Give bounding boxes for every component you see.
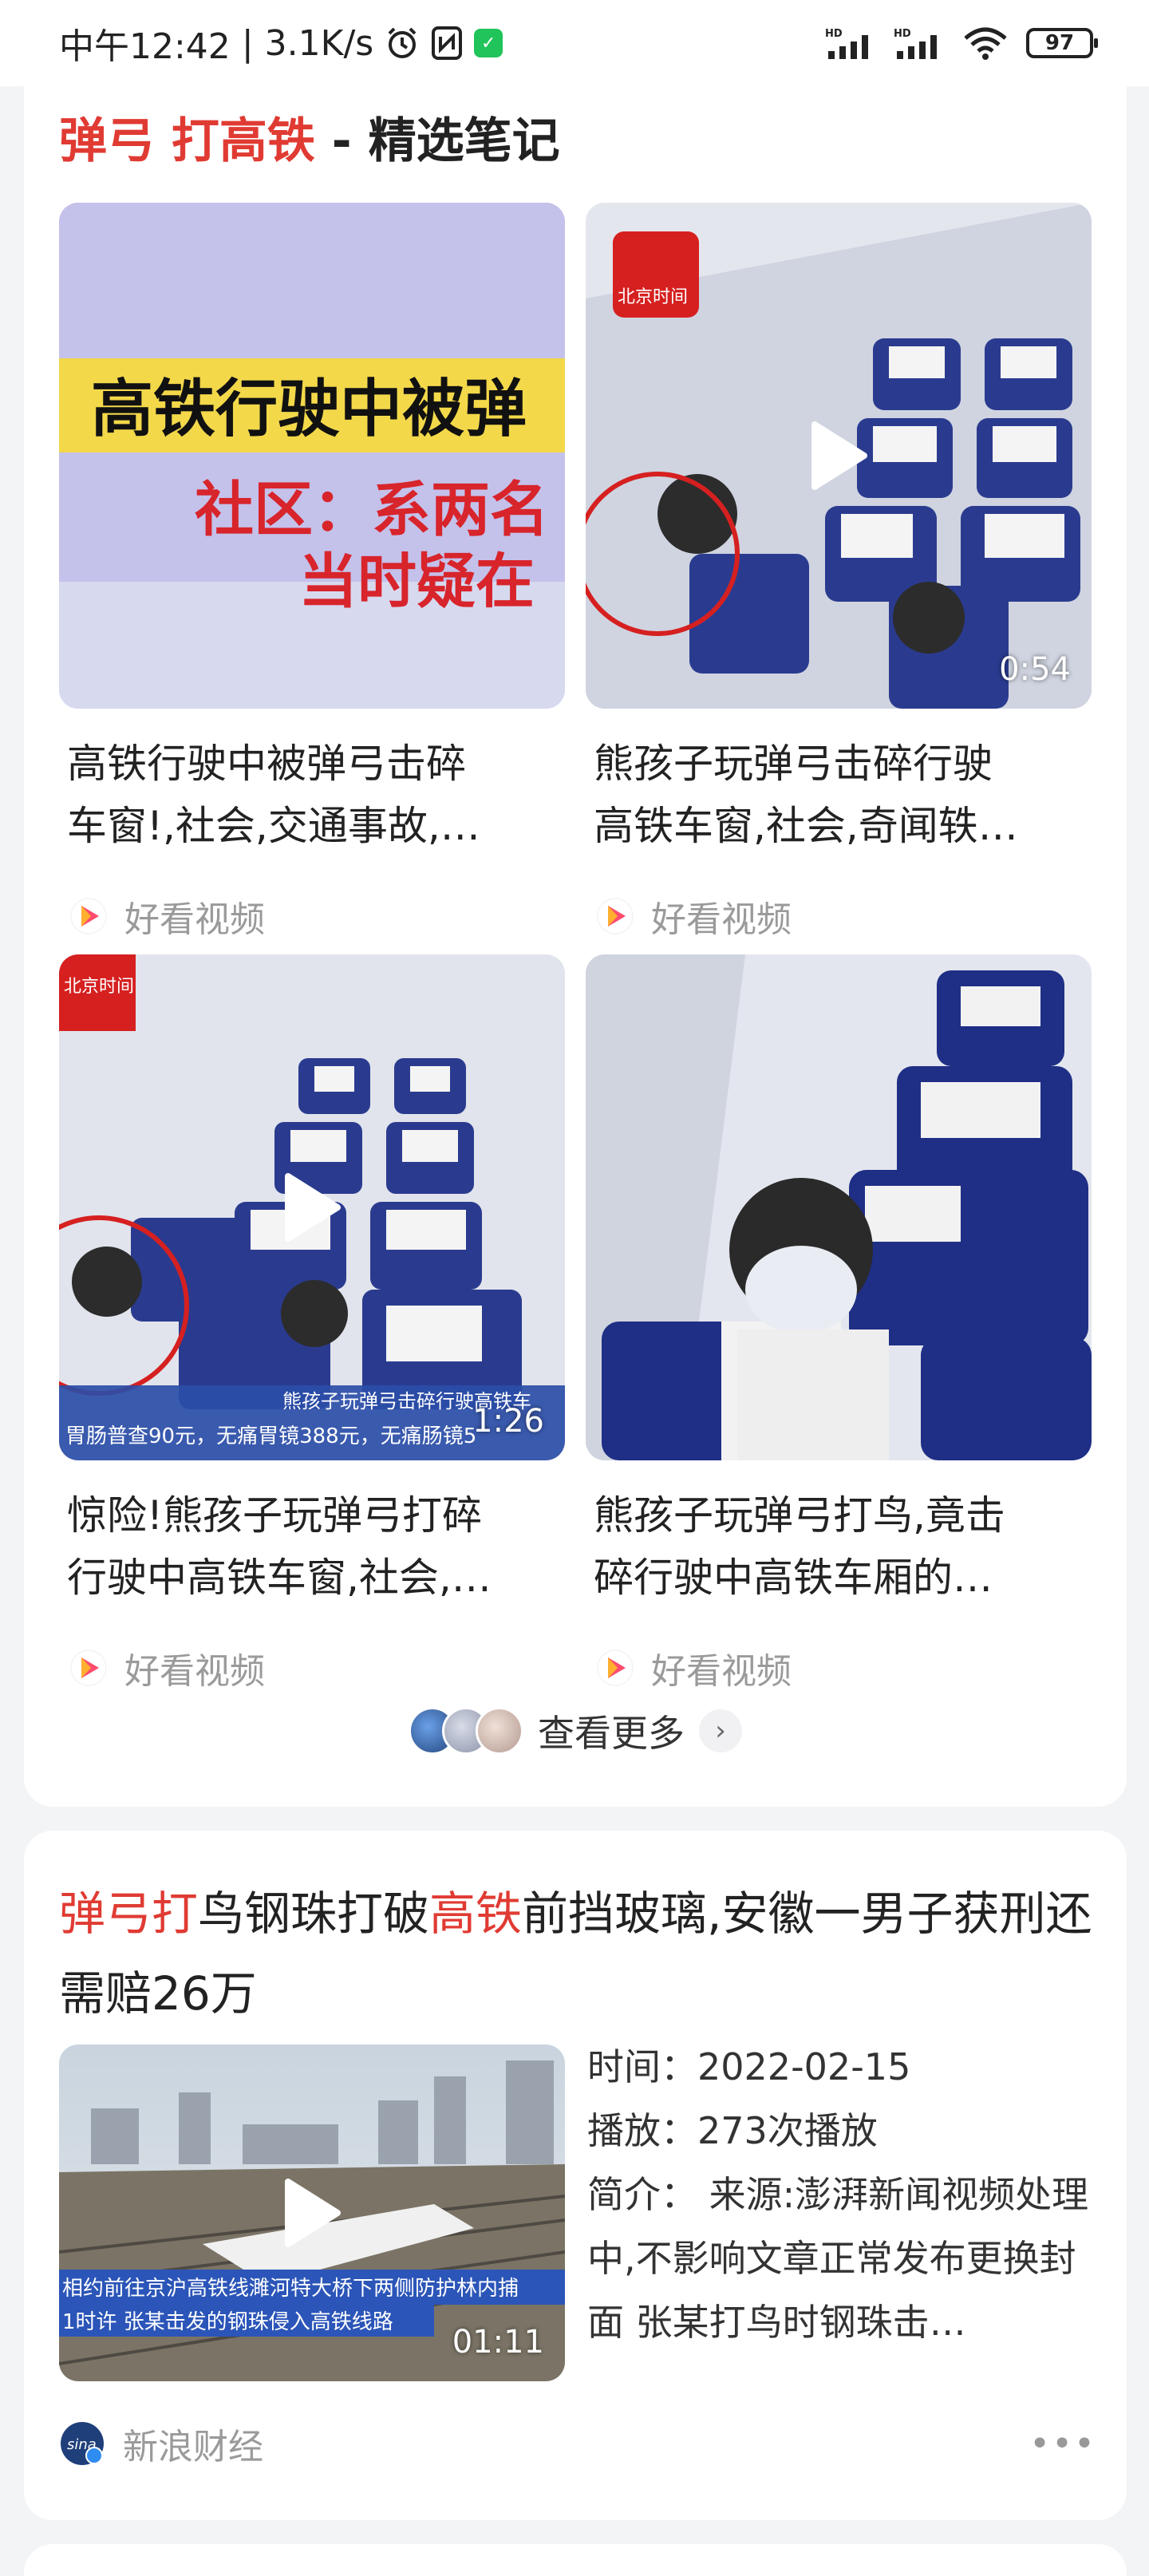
svg-text:当时疑在: 当时疑在 <box>298 547 535 616</box>
play-icon[interactable] <box>282 2177 342 2249</box>
play-icon[interactable] <box>282 1171 342 1243</box>
title-keyword-1: 弹弓 <box>59 113 155 169</box>
title-highlight: 弹弓打 <box>59 1887 199 1941</box>
avatar-stack <box>409 1707 523 1755</box>
chevron-right-icon: › <box>699 1709 742 1752</box>
thumbnail-graphic <box>586 954 1092 1460</box>
note-title[interactable]: 熊孩子玩弹弓击碎行驶 高铁车窗,社会,奇闻轶… <box>594 733 1088 857</box>
source-name: 好看视频 <box>124 899 265 940</box>
status-divider: | <box>241 22 254 64</box>
note-title-line1: 熊孩子玩弹弓击碎行驶 <box>594 741 993 787</box>
source-name: 好看视频 <box>124 1651 265 1692</box>
status-time: 中午12:42 <box>59 26 231 67</box>
note-source[interactable]: 好看视频 <box>70 1642 265 1693</box>
security-shield-icon: ✓ <box>474 29 503 57</box>
note-thumbnail[interactable] <box>586 954 1092 1460</box>
video-duration: 1:26 <box>472 1403 544 1440</box>
note-title-line1: 熊孩子玩弹弓打鸟,竟击 <box>594 1492 1005 1539</box>
view-more-label: 查看更多 <box>538 1712 685 1755</box>
note-thumbnail[interactable]: 熊孩子玩弹弓击碎行驶高铁车 胃肠普查90元，无痛胃镜388元，无痛肠镜5 北京时… <box>59 954 565 1460</box>
source-name: 好看视频 <box>651 899 792 940</box>
network-speed: 3.1K/s <box>264 22 374 64</box>
wifi-icon <box>964 27 1007 60</box>
source-name: 新浪财经 <box>123 2427 263 2467</box>
signal-2-icon: HD <box>894 28 937 59</box>
source-name: 好看视频 <box>651 1651 792 1692</box>
title-highlight: 高铁 <box>429 1887 523 1941</box>
title-keyword-2: 打高铁 <box>171 113 315 169</box>
avatar <box>476 1707 523 1755</box>
svg-text:相约前往京沪高铁线濉河特大桥下两侧防护林内捕: 相约前往京沪高铁线濉河特大桥下两侧防护林内捕 <box>62 2277 519 2301</box>
play-count: 播放：273次播放 <box>587 2109 878 2152</box>
title-suffix: - 精选笔记 <box>314 113 560 169</box>
article-card[interactable]: 弹弓打鸟钢珠打破高铁前挡玻璃,安徽一男子获刑还需赔26万 相约前往京沪高铁线濉河… <box>24 1831 1127 2520</box>
alarm-icon <box>388 27 417 58</box>
notes-card: 弹弓 打高铁 - 精选笔记 高铁行驶中被弹 社区：系两名 当时疑在 高铁行驶中被… <box>24 86 1127 1807</box>
svg-text:HD: HD <box>894 28 911 40</box>
haokan-logo-icon <box>70 898 107 934</box>
nfc-icon <box>432 26 463 60</box>
note-thumbnail[interactable]: 高铁行驶中被弹 社区：系两名 当时疑在 <box>59 203 565 709</box>
article-summary: 简介： 来源:澎湃新闻视频处理中,不影响文章正常发布更换封面 张某打鸟时钢珠击… <box>587 2173 1089 2344</box>
article-video-thumbnail[interactable]: 相约前往京沪高铁线濉河特大桥下两侧防护林内捕 1时许 张某击发的钢珠侵入高铁线路… <box>59 2045 565 2381</box>
view-more-button[interactable]: 查看更多 › <box>24 1705 1127 1757</box>
battery-level: 97 <box>1044 31 1075 55</box>
note-title-line1: 惊险!熊孩子玩弹弓打碎 <box>67 1492 483 1539</box>
section-title: 弹弓 打高铁 - 精选笔记 <box>59 102 560 172</box>
status-bar: 中午12:42 | 3.1K/s ✓ HD HD 97 <box>0 0 1149 86</box>
channel-badge: 北京时间 <box>64 977 135 997</box>
article-source-row[interactable]: sina 新浪财经 ••• <box>59 2418 1096 2469</box>
video-duration: 0:54 <box>999 651 1071 688</box>
play-icon[interactable] <box>808 420 869 492</box>
channel-badge: 北京时间 <box>618 287 689 307</box>
note-title[interactable]: 高铁行驶中被弹弓击碎 车窗!,社会,交通事故,… <box>67 733 562 857</box>
article-title[interactable]: 弹弓打鸟钢珠打破高铁前挡玻璃,安徽一男子获刑还需赔26万 <box>59 1874 1096 2033</box>
publish-time: 时间：2022-02-15 <box>587 2045 911 2088</box>
note-thumbnail[interactable]: 北京时间 0:54 <box>586 203 1092 709</box>
signal-1-icon: HD <box>825 28 868 59</box>
svg-text:HD: HD <box>825 28 843 40</box>
note-source[interactable]: 好看视频 <box>597 1642 792 1693</box>
title-text: 鸟钢珠打破 <box>198 1887 430 1941</box>
note-source[interactable]: 好看视频 <box>70 891 265 942</box>
svg-text:1时许 张某击发的钢珠侵入高铁线路: 1时许 张某击发的钢珠侵入高铁线路 <box>62 2310 393 2334</box>
note-title-line2: 碎行驶中高铁车厢的… <box>594 1555 993 1601</box>
haokan-logo-icon <box>70 1650 107 1686</box>
next-card <box>24 2544 1127 2576</box>
svg-text:社区：系两名: 社区：系两名 <box>195 476 549 544</box>
article-info: 时间：2022-02-15 播放：273次播放 简介： 来源:澎湃新闻视频处理中… <box>587 2035 1106 2354</box>
svg-text:高铁行驶中被弹: 高铁行驶中被弹 <box>91 373 527 445</box>
note-title-line2: 高铁车窗,社会,奇闻轶… <box>594 803 1018 849</box>
battery-indicator: 97 <box>1026 28 1098 58</box>
note-title-line2: 行驶中高铁车窗,社会,… <box>67 1555 492 1601</box>
note-source[interactable]: 好看视频 <box>597 891 792 942</box>
svg-text:胃肠普查90元，无痛胃镜388元，无痛肠镜5: 胃肠普查90元，无痛胃镜388元，无痛肠镜5 <box>65 1424 476 1448</box>
note-title[interactable]: 惊险!熊孩子玩弹弓打碎 行驶中高铁车窗,社会,… <box>67 1484 562 1609</box>
sina-logo-icon: sina <box>61 2422 104 2465</box>
note-title[interactable]: 熊孩子玩弹弓打鸟,竟击 碎行驶中高铁车厢的… <box>594 1484 1088 1609</box>
note-title-line2: 车窗!,社会,交通事故,… <box>67 803 480 849</box>
thumbnail-graphic: 高铁行驶中被弹 社区：系两名 当时疑在 <box>59 203 565 709</box>
haokan-logo-icon <box>597 1650 634 1686</box>
haokan-logo-icon <box>597 898 634 934</box>
more-options-icon[interactable]: ••• <box>1029 2424 1096 2464</box>
note-title-line1: 高铁行驶中被弹弓击碎 <box>67 741 466 787</box>
video-duration: 01:11 <box>452 2324 544 2361</box>
